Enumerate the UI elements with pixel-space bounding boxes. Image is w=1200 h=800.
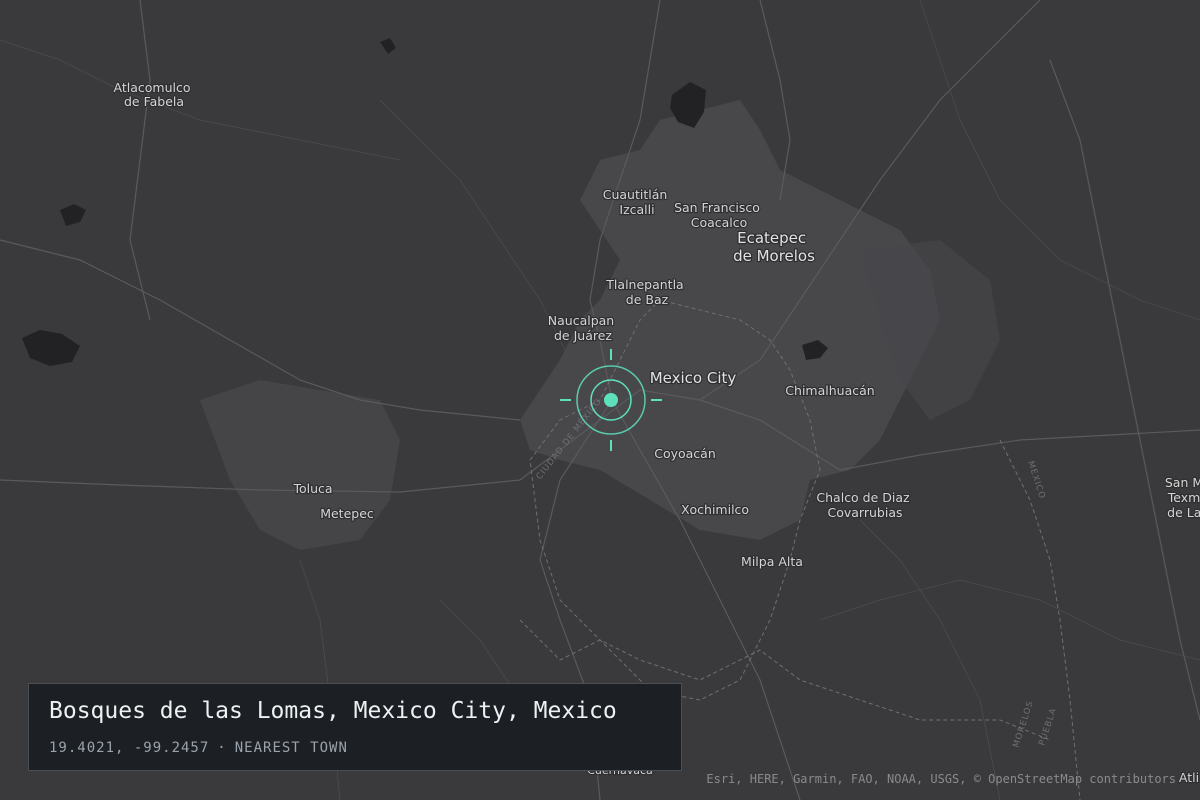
place-chalco[interactable]: Chalco de Diaz Covarrubias	[815, 489, 913, 522]
marker-center-dot	[604, 393, 618, 407]
map-attribution[interactable]: Esri, HERE, Garmin, FAO, NOAA, USGS, © O…	[706, 772, 1176, 786]
place-atli[interactable]: Atli	[1178, 769, 1200, 787]
place-xochimilco[interactable]: Xochimilco	[680, 501, 751, 519]
location-type: NEAREST TOWN	[234, 740, 348, 756]
place-chimalhuacan[interactable]: Chimalhuacán	[784, 382, 876, 400]
place-naucalpan[interactable]: Naucalpan de Juárez	[547, 312, 618, 345]
place-milpa-alta[interactable]: Milpa Alta	[740, 553, 804, 571]
place-ecatepec[interactable]: Ecatepec de Morelos	[732, 228, 817, 267]
location-info-panel: Bosques de las Lomas, Mexico City, Mexic…	[28, 683, 682, 771]
place-metepec[interactable]: Metepec	[319, 505, 375, 523]
location-subtitle: 19.4021, -99.2457 · NEAREST TOWN	[49, 740, 348, 756]
place-san-texm[interactable]: San M Texm de Lal	[1164, 474, 1200, 522]
place-coyoacan[interactable]: Coyoacán	[653, 445, 717, 463]
place-mexico-city[interactable]: Mexico City	[648, 368, 737, 389]
subtitle-separator: ·	[217, 740, 227, 756]
base-map[interactable]: CIUDAD DE MÉXICO MEXICO MORELOS PUEBLA A…	[0, 0, 1200, 800]
place-toluca[interactable]: Toluca	[291, 480, 334, 498]
location-title: Bosques de las Lomas, Mexico City, Mexic…	[49, 698, 617, 724]
place-atlacomulco[interactable]: Atlacomulco de Fabela	[112, 79, 195, 111]
location-coordinates: 19.4021, -99.2457	[49, 740, 210, 756]
